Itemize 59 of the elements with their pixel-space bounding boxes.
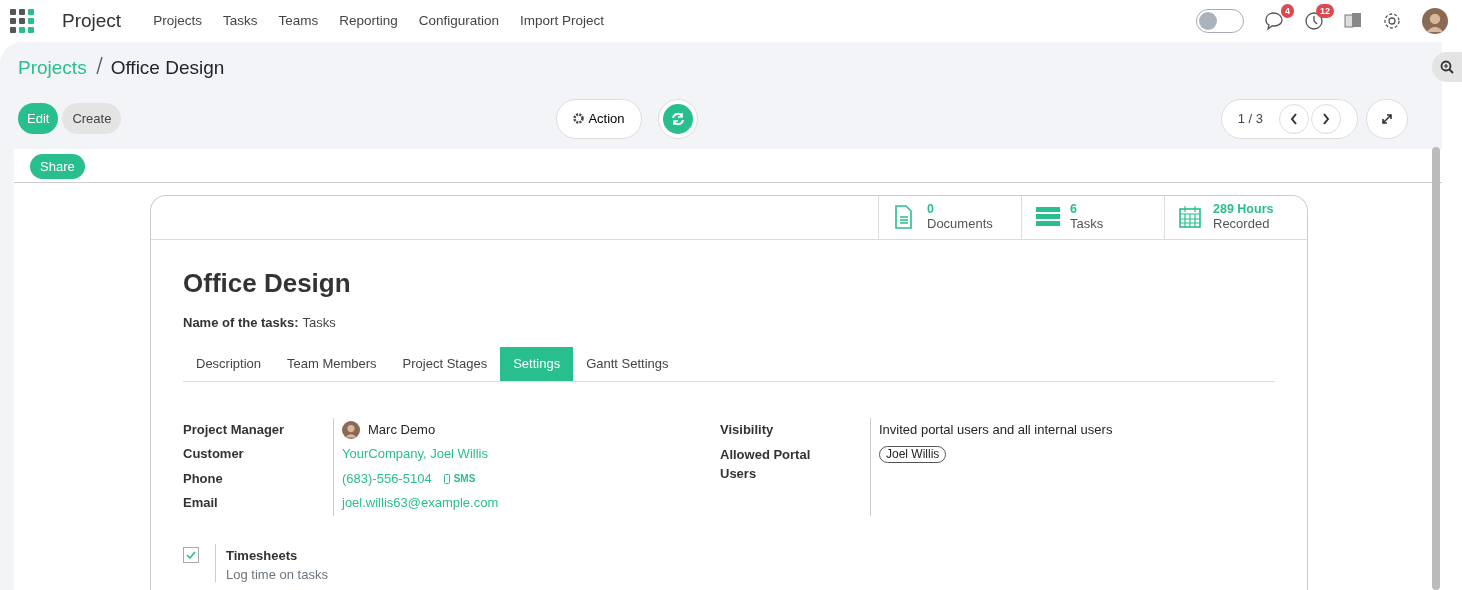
field-label: Project Manager bbox=[183, 420, 286, 439]
zoom-button[interactable] bbox=[1432, 52, 1462, 82]
tab[interactable]: Project Stages bbox=[389, 347, 501, 381]
action-button[interactable]: Action bbox=[556, 98, 642, 139]
apps-menu-icon[interactable] bbox=[10, 9, 34, 33]
stat-label: Recorded bbox=[1213, 216, 1271, 232]
stat-label: Documents bbox=[927, 216, 993, 232]
menu-item[interactable]: Teams bbox=[278, 10, 319, 32]
calendar-icon bbox=[1179, 205, 1203, 229]
record-title: Office Design bbox=[183, 266, 352, 300]
setting-description: Log time on tasks bbox=[226, 568, 328, 582]
list-icon bbox=[1036, 205, 1060, 229]
toggle-switch[interactable] bbox=[1196, 9, 1244, 33]
field-label: Phone bbox=[183, 469, 224, 488]
chevron-right-icon bbox=[1322, 112, 1330, 125]
chevron-left-icon bbox=[1290, 112, 1298, 125]
user-avatar bbox=[1422, 8, 1448, 34]
pager-value: 1 / 3 bbox=[1237, 109, 1263, 128]
create-button[interactable]: Create bbox=[62, 102, 122, 135]
field-label: Customer bbox=[183, 445, 245, 463]
field-label: Allowed Portal Users bbox=[720, 446, 812, 483]
breadcrumb-current: Office Design bbox=[110, 56, 225, 80]
phone-icon bbox=[443, 473, 450, 484]
menu-item[interactable]: Projects bbox=[153, 10, 202, 32]
field-label: Visibility bbox=[720, 420, 775, 439]
breadcrumb-separator-icon bbox=[94, 54, 103, 76]
tab[interactable]: Description bbox=[183, 347, 275, 381]
refresh-button[interactable] bbox=[662, 103, 693, 134]
settings-icon[interactable] bbox=[1382, 11, 1402, 31]
field-label: Name of the tasks: bbox=[183, 313, 299, 332]
expand-button[interactable] bbox=[1366, 98, 1408, 139]
expand-icon bbox=[1381, 112, 1393, 125]
stat-value: 6 bbox=[1070, 202, 1078, 216]
stat-button[interactable]: 289 Hours Recorded bbox=[1164, 195, 1307, 239]
gear-icon bbox=[573, 113, 585, 124]
tab[interactable]: Gantt Settings bbox=[573, 347, 682, 381]
menu-item[interactable]: Reporting bbox=[339, 10, 398, 32]
notification-count: 4 bbox=[1281, 4, 1294, 18]
stat-value: 0 bbox=[927, 202, 935, 216]
menu-item[interactable]: Import Project bbox=[520, 10, 605, 32]
tab[interactable]: Team Members bbox=[274, 347, 390, 381]
zoom-in-icon bbox=[1440, 60, 1454, 74]
setting-label: Timesheets bbox=[226, 546, 299, 565]
menu-item[interactable]: Tasks bbox=[222, 10, 258, 32]
field-value: Marc Demo bbox=[368, 420, 436, 439]
stat-label: Tasks bbox=[1070, 216, 1104, 232]
menu-item[interactable]: Configuration bbox=[418, 10, 500, 32]
next-button[interactable] bbox=[1311, 103, 1341, 134]
field-label: Email bbox=[183, 494, 219, 512]
field-value: Invited portal users and all internal users bbox=[879, 420, 1113, 439]
previous-button[interactable] bbox=[1279, 103, 1309, 134]
stat-value: 289 Hours bbox=[1213, 202, 1274, 216]
field-value: Tasks bbox=[302, 313, 336, 332]
user-avatar bbox=[342, 420, 360, 439]
check-icon bbox=[186, 550, 196, 559]
app-title: Project bbox=[62, 8, 122, 33]
notification-count: 12 bbox=[1316, 4, 1334, 18]
checkbox[interactable] bbox=[183, 546, 199, 563]
chat-icon[interactable] bbox=[1264, 11, 1284, 31]
